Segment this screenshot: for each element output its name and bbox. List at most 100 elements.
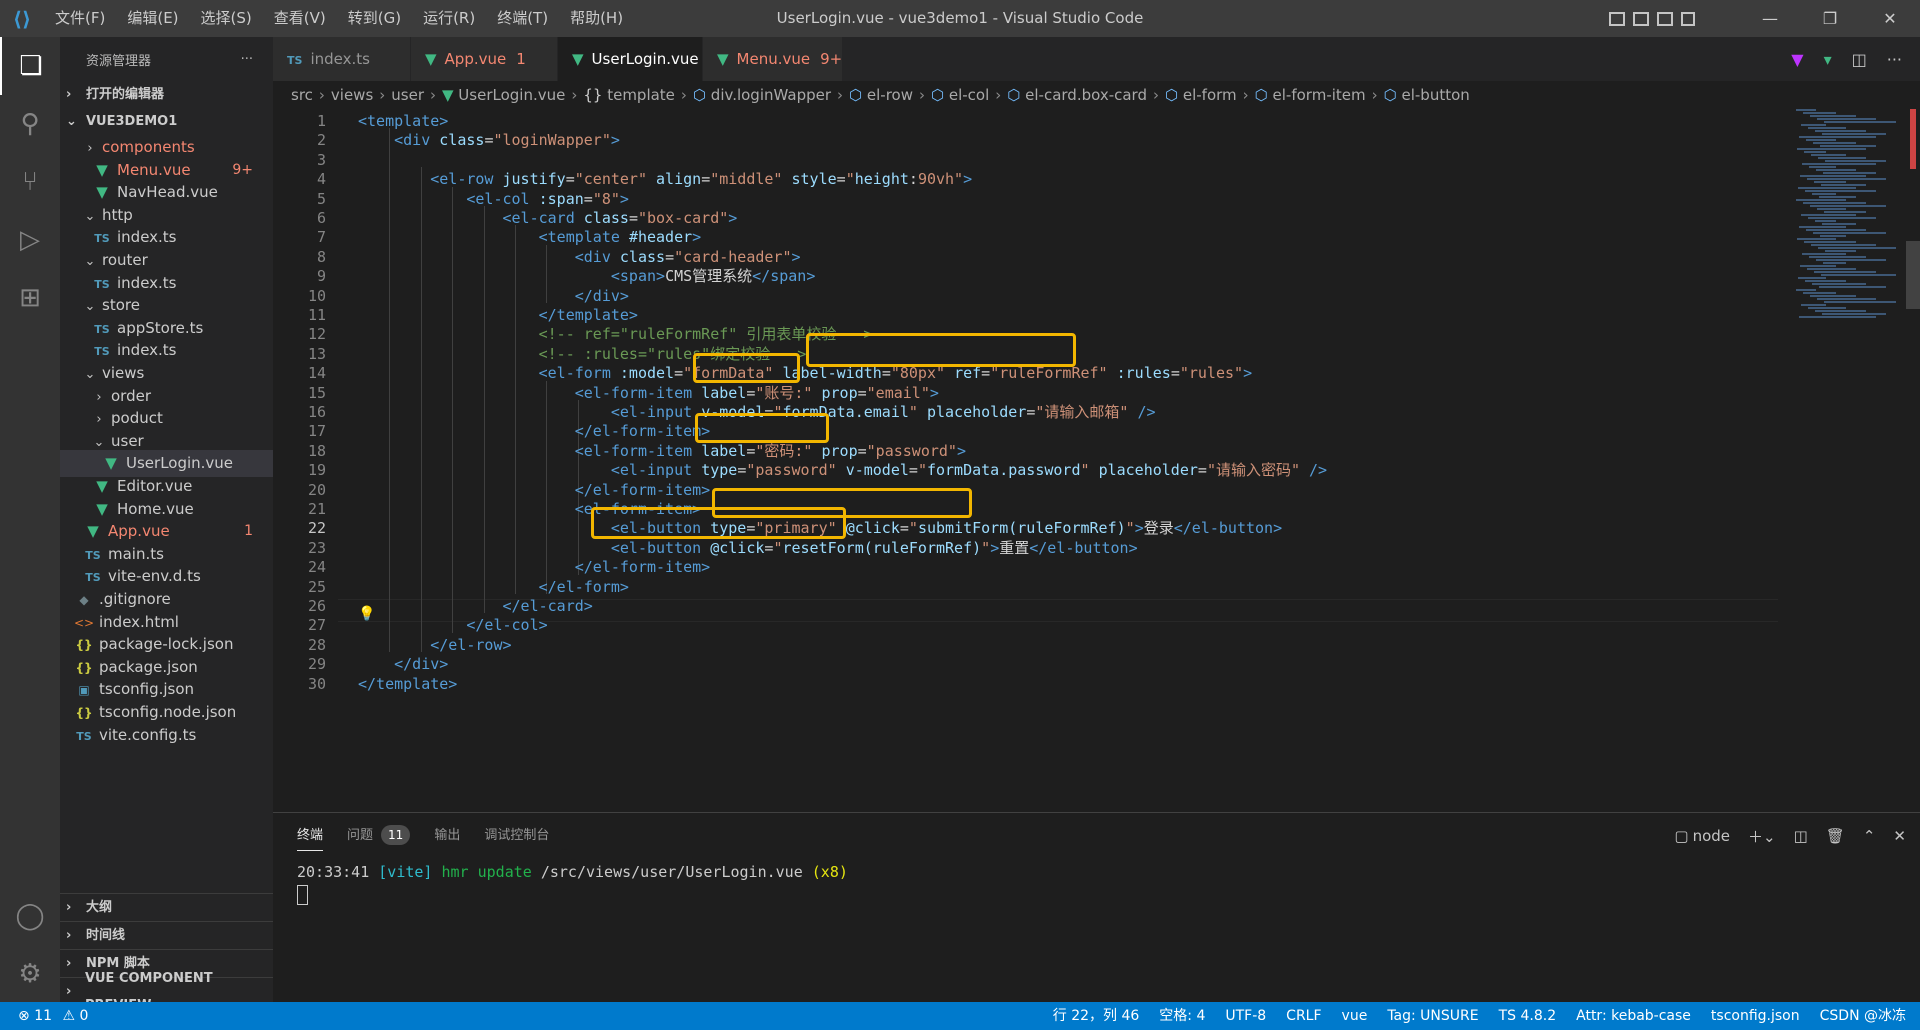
code-token: <el-input bbox=[610, 403, 702, 421]
extensions-icon[interactable]: ⊞ bbox=[0, 269, 60, 327]
menu-item[interactable]: 帮助(H) bbox=[559, 0, 634, 37]
breadcrumb-item[interactable]: template bbox=[607, 86, 675, 104]
close-window-button[interactable]: ✕ bbox=[1860, 0, 1920, 37]
minimap-line bbox=[1808, 307, 1846, 309]
customize-layout-icon[interactable] bbox=[1681, 11, 1695, 26]
terminal-output[interactable]: 20:33:41 [vite] hmr update /src/views/us… bbox=[297, 861, 848, 905]
menu-item[interactable]: 查看(V) bbox=[263, 0, 337, 37]
account-icon[interactable]: ◯ bbox=[0, 887, 60, 945]
panel-tab[interactable]: 输出 bbox=[434, 813, 460, 859]
source-control-icon[interactable]: ⑂ bbox=[0, 153, 60, 211]
more-actions-icon[interactable]: ··· bbox=[1887, 50, 1902, 69]
split-terminal-icon[interactable]: ◫ bbox=[1794, 827, 1808, 845]
sidebar-section[interactable]: › 大纲 bbox=[60, 893, 273, 921]
code-token: = bbox=[857, 383, 867, 402]
minimap-line bbox=[1808, 127, 1846, 129]
terminal-profile-label[interactable]: node bbox=[1693, 827, 1730, 845]
split-editor-icon[interactable]: ◫ bbox=[1852, 50, 1867, 69]
editor-scrollbar[interactable] bbox=[1906, 109, 1920, 812]
panel-tab[interactable]: 终端 bbox=[297, 813, 324, 859]
scroll-thumb[interactable] bbox=[1906, 241, 1920, 309]
breadcrumb-item[interactable]: el-row bbox=[867, 86, 913, 104]
breadcrumb-item[interactable]: el-form-item bbox=[1273, 86, 1366, 104]
restore-button[interactable]: ❐ bbox=[1800, 0, 1860, 37]
element-icon: ⬡ bbox=[692, 86, 711, 104]
menu-item[interactable]: 文件(F) bbox=[44, 0, 116, 37]
toggle-panel-icon[interactable] bbox=[1633, 11, 1649, 26]
minimap-line bbox=[1814, 271, 1876, 273]
vue-preview-icon[interactable]: ▾ bbox=[1824, 50, 1832, 69]
run-debug-icon[interactable]: ▷ bbox=[0, 211, 60, 269]
file-tree-label: tsconfig.node.json bbox=[99, 703, 237, 721]
breadcrumb-item[interactable]: src bbox=[291, 86, 313, 104]
status-item[interactable]: CRLF bbox=[1286, 1002, 1321, 1030]
minimize-button[interactable]: — bbox=[1740, 0, 1800, 37]
settings-gear-icon[interactable]: ⚙ bbox=[0, 945, 60, 1003]
editor-tab[interactable]: ▼ App.vue 1 bbox=[411, 37, 558, 81]
editor-tab[interactable]: ▼ Menu.vue 9+ bbox=[703, 37, 843, 81]
open-editors-section[interactable]: › 打开的编辑器 bbox=[60, 81, 273, 108]
new-terminal-icon[interactable]: ＋⌄ bbox=[1748, 826, 1776, 847]
search-icon[interactable]: ⚲ bbox=[0, 95, 60, 153]
lightbulb-icon[interactable]: 💡 bbox=[358, 606, 375, 622]
breadcrumb-item[interactable]: el-form bbox=[1183, 86, 1237, 104]
status-item[interactable]: 空格: 4 bbox=[1159, 1002, 1205, 1030]
terminal-profile-icon[interactable]: ▢ bbox=[1674, 827, 1688, 845]
menu-item[interactable]: 转到(G) bbox=[337, 0, 412, 37]
minimap[interactable] bbox=[1792, 109, 1902, 329]
breadcrumb-item[interactable]: div.loginWapper bbox=[711, 86, 831, 104]
minimap-line bbox=[1799, 136, 1876, 138]
toggle-sidebar-icon[interactable] bbox=[1609, 11, 1625, 26]
code-token: = bbox=[583, 189, 593, 208]
menu-item[interactable]: 选择(S) bbox=[190, 0, 263, 37]
project-section[interactable]: ⌄ VUE3DEMO1 bbox=[60, 108, 273, 135]
status-right-items: 行 22，列 46 空格: 4 UTF-8 CRLF vue Tag: UNSURE TS … bbox=[1053, 1002, 1906, 1030]
menu-item[interactable]: 终端(T) bbox=[486, 0, 559, 37]
code-token: </template> bbox=[358, 674, 458, 693]
typescript-file-icon: TS bbox=[287, 54, 303, 67]
minimap-line bbox=[1810, 205, 1886, 207]
file-tree-item[interactable]: TS vite.config.ts bbox=[60, 722, 273, 749]
terminal-action: hmr update bbox=[441, 863, 532, 881]
breadcrumb-item[interactable]: el-col bbox=[949, 86, 989, 104]
status-item[interactable]: 行 22，列 46 bbox=[1053, 1002, 1140, 1030]
minimap-line bbox=[1804, 241, 1856, 243]
status-item[interactable]: Attr: kebab-case bbox=[1576, 1002, 1691, 1030]
editor-tab[interactable]: ▼UserLogin.vue✕ bbox=[558, 37, 725, 81]
explorer-icon[interactable]: ❏ bbox=[0, 37, 60, 95]
sidebar-section[interactable]: › VUE COMPONENT PREVIEW bbox=[60, 971, 273, 1002]
vite-icon[interactable]: ▼ bbox=[1791, 50, 1803, 69]
code-editor[interactable]: 1 2 3 4 5 6 7 8 9 10 11 12 13 14 15 16 17 18 19 20 21 22 23 24 2… bbox=[273, 109, 1920, 812]
breadcrumb-item[interactable]: el-button bbox=[1402, 86, 1470, 104]
trash-icon[interactable]: 🗑 bbox=[1826, 827, 1845, 845]
menu-item[interactable]: 运行(R) bbox=[412, 0, 486, 37]
editor-tab[interactable]: TS index.ts bbox=[273, 37, 411, 81]
status-item[interactable]: tsconfig.json bbox=[1711, 1002, 1800, 1030]
code-token: </el-form-item> bbox=[574, 558, 711, 577]
panel-tab[interactable]: 调试控制台 bbox=[484, 813, 549, 859]
status-item[interactable]: UTF-8 bbox=[1225, 1002, 1266, 1030]
breadcrumb-item[interactable]: views bbox=[331, 86, 373, 104]
panel-tab[interactable]: 问题 11 bbox=[347, 813, 411, 859]
sidebar-bottom-sections: ›大纲›时间线›NPM 脚本›VUE COMPONENT PREVIEW bbox=[60, 893, 273, 1002]
status-item[interactable]: Tag: UNSURE bbox=[1387, 1002, 1478, 1030]
breadcrumb-item[interactable]: el-card.box-card bbox=[1025, 86, 1147, 104]
menu-item[interactable]: 编辑(E) bbox=[116, 0, 189, 37]
status-item[interactable]: vue bbox=[1342, 1002, 1368, 1030]
maximize-panel-icon[interactable]: ⌃ bbox=[1863, 827, 1876, 845]
editor-tab-label: Menu.vue bbox=[736, 50, 811, 68]
code-token: "email" bbox=[866, 383, 930, 402]
toggle-secondary-sidebar-icon[interactable] bbox=[1657, 11, 1673, 26]
close-panel-icon[interactable]: ✕ bbox=[1893, 827, 1906, 845]
code-token: class bbox=[583, 209, 629, 227]
status-item[interactable]: CSDN @冰冻 bbox=[1820, 1002, 1906, 1030]
problems-status[interactable]: ⊗ 11 ⚠ 0 bbox=[18, 1002, 88, 1030]
sidebar-section[interactable]: › 时间线 bbox=[60, 921, 273, 949]
status-item[interactable]: TS 4.8.2 bbox=[1499, 1002, 1557, 1030]
more-actions-icon[interactable]: ··· bbox=[241, 52, 253, 67]
file-tree-label: .gitignore bbox=[99, 590, 171, 608]
breadcrumb-separator-icon: › bbox=[1152, 86, 1159, 104]
breadcrumb-item[interactable]: UserLogin.vue bbox=[458, 86, 565, 104]
breadcrumb-item[interactable]: user bbox=[391, 86, 424, 104]
